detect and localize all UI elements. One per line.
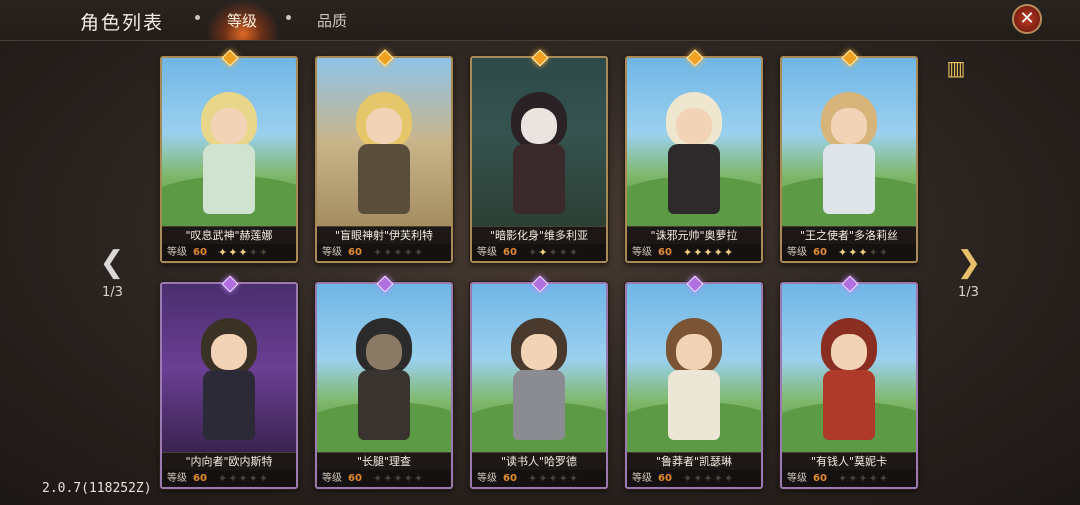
character-card[interactable]: "诛邪元帅"奥萝拉 等级 60 ✦✦✦✦✦	[625, 56, 763, 263]
tab-dot	[195, 15, 200, 20]
level-row: 等级 60 ✦✦✦✦✦	[627, 244, 761, 261]
character-portrait	[782, 284, 916, 452]
star-rating: ✦✦✦✦✦	[528, 472, 580, 485]
tab-dot	[286, 15, 291, 20]
character-name: "读书人"哈罗德	[472, 452, 606, 471]
level-row: 等级 60 ✦✦✦✦✦	[317, 470, 451, 487]
level-label: 等级	[787, 473, 807, 484]
star-rating: ✦✦✦✦✦	[373, 246, 425, 259]
close-icon: ✕	[1019, 8, 1035, 29]
character-portrait	[317, 58, 451, 226]
page-title: 角色列表	[80, 12, 165, 34]
level-row: 等级 60 ✦✦✦✦✦	[162, 244, 296, 261]
star-rating: ✦✦✦✦✦	[373, 472, 425, 485]
tab-level[interactable]: 等级	[227, 10, 257, 31]
level-label: 等级	[322, 247, 342, 258]
character-portrait	[472, 58, 606, 226]
character-name: "叹息武神"赫莲娜	[162, 226, 296, 245]
page-indicator-left: 1/3	[102, 285, 123, 300]
star-rating: ✦✦✦✦✦	[683, 246, 735, 259]
level-value: 60	[503, 473, 517, 484]
star-rating: ✦✦✦✦✦	[683, 472, 735, 485]
level-row: 等级 60 ✦✦✦✦✦	[162, 470, 296, 487]
level-label: 等级	[632, 473, 652, 484]
character-name: "盲眼神射"伊芙利特	[317, 226, 451, 245]
star-rating: ✦✦✦✦✦	[838, 246, 890, 259]
character-name: "王之使者"多洛莉丝	[782, 226, 916, 245]
level-value: 60	[503, 247, 517, 258]
level-label: 等级	[787, 247, 807, 258]
level-row: 等级 60 ✦✦✦✦✦	[782, 244, 916, 261]
character-name: "内向者"欧内斯特	[162, 452, 296, 471]
character-card[interactable]: "暗影化身"维多利亚 等级 60 ✦✦✦✦✦	[470, 56, 608, 263]
prev-page-button[interactable]: ❮	[95, 248, 129, 278]
character-portrait	[317, 284, 451, 452]
level-value: 60	[348, 247, 362, 258]
level-row: 等级 60 ✦✦✦✦✦	[472, 470, 606, 487]
star-rating: ✦✦✦✦✦	[218, 246, 270, 259]
top-bar: 角色列表 等级 品质 ✕	[0, 0, 1080, 41]
arrow-left-icon: ❮	[99, 245, 125, 280]
level-value: 60	[813, 247, 827, 258]
star-rating: ✦✦✦✦✦	[528, 246, 580, 259]
character-portrait	[162, 58, 296, 226]
character-card[interactable]: "鲁莽者"凯瑟琳 等级 60 ✦✦✦✦✦	[625, 282, 763, 489]
character-name: "长腿"理查	[317, 452, 451, 471]
character-portrait	[782, 58, 916, 226]
version-label: 2.0.7(118252Z)	[42, 481, 152, 496]
character-card[interactable]: "内向者"欧内斯特 等级 60 ✦✦✦✦✦	[160, 282, 298, 489]
character-name: "诛邪元帅"奥萝拉	[627, 226, 761, 245]
star-rating: ✦✦✦✦✦	[218, 472, 270, 485]
tab-quality[interactable]: 品质	[317, 10, 347, 31]
level-value: 60	[658, 247, 672, 258]
level-row: 等级 60 ✦✦✦✦✦	[472, 244, 606, 261]
level-value: 60	[658, 473, 672, 484]
page-indicator-right: 1/3	[958, 285, 979, 300]
character-card[interactable]: "长腿"理查 等级 60 ✦✦✦✦✦	[315, 282, 453, 489]
character-portrait	[162, 284, 296, 452]
star-rating: ✦✦✦✦✦	[838, 472, 890, 485]
character-card[interactable]: "盲眼神射"伊芙利特 等级 60 ✦✦✦✦✦	[315, 56, 453, 263]
character-name: "鲁莽者"凯瑟琳	[627, 452, 761, 471]
level-label: 等级	[477, 247, 497, 258]
grid-toggle-icon: ▥	[946, 56, 966, 80]
level-value: 60	[193, 247, 207, 258]
level-label: 等级	[167, 247, 187, 258]
next-page-button[interactable]: ❯	[952, 248, 986, 278]
character-name: "暗影化身"维多利亚	[472, 226, 606, 245]
level-label: 等级	[167, 473, 187, 484]
character-card[interactable]: "叹息武神"赫莲娜 等级 60 ✦✦✦✦✦	[160, 56, 298, 263]
level-value: 60	[193, 473, 207, 484]
level-row: 等级 60 ✦✦✦✦✦	[782, 470, 916, 487]
level-row: 等级 60 ✦✦✦✦✦	[317, 244, 451, 261]
character-portrait	[627, 58, 761, 226]
character-portrait	[472, 284, 606, 452]
arrow-right-icon: ❯	[956, 245, 982, 280]
level-label: 等级	[632, 247, 652, 258]
close-button[interactable]: ✕	[1012, 4, 1042, 34]
grid-toggle-button[interactable]: ▥	[943, 55, 969, 81]
character-card[interactable]: "有钱人"莫妮卡 等级 60 ✦✦✦✦✦	[780, 282, 918, 489]
character-name: "有钱人"莫妮卡	[782, 452, 916, 471]
character-card[interactable]: "王之使者"多洛莉丝 等级 60 ✦✦✦✦✦	[780, 56, 918, 263]
level-row: 等级 60 ✦✦✦✦✦	[627, 470, 761, 487]
level-label: 等级	[322, 473, 342, 484]
level-label: 等级	[477, 473, 497, 484]
level-value: 60	[348, 473, 362, 484]
character-card[interactable]: "读书人"哈罗德 等级 60 ✦✦✦✦✦	[470, 282, 608, 489]
level-value: 60	[813, 473, 827, 484]
character-portrait	[627, 284, 761, 452]
